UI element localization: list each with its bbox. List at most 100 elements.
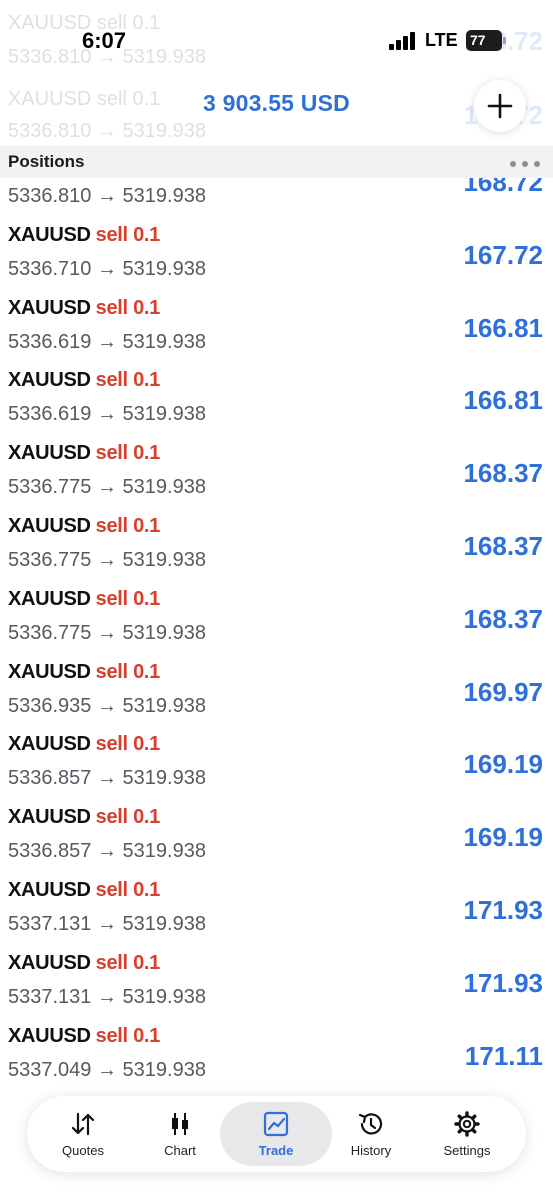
position-symbol: XAUUSD (8, 296, 91, 319)
position-profit: 168.37 (463, 458, 543, 489)
position-row[interactable]: XAUUSD sell 0.1 5336.775 → 5319.938 168.37 (0, 436, 553, 509)
position-row[interactable]: XAUUSD sell 0.1 5336.710 → 5319.938 167.72 (0, 218, 553, 291)
position-side-volume: sell 0.1 (95, 806, 161, 829)
position-side-volume: sell 0.1 (95, 733, 161, 756)
position-side-volume: sell 0.1 (95, 296, 161, 319)
new-order-button[interactable] (474, 80, 526, 132)
position-row[interactable]: XAUUSD sell 0.1 5336.935 → 5319.938 169.97 (0, 655, 553, 728)
position-row[interactable]: XAUUSD sell 0.1 5337.131 → 5319.938 171.93 (0, 873, 553, 946)
position-profit: 169.19 (463, 822, 543, 853)
position-prices: 5336.857 → 5319.938 (8, 840, 206, 863)
position-row[interactable]: XAUUSD sell 0.1 5336.775 → 5319.938 168.37 (0, 509, 553, 582)
battery-icon: 77 (466, 30, 502, 51)
position-title: XAUUSD sell 0.1 (8, 661, 160, 684)
position-title: XAUUSD sell 0.1 (8, 442, 160, 465)
position-symbol: XAUUSD (8, 879, 91, 901)
position-row[interactable]: XAUUSDsell 0.15336.810 → 5319.938168.72 (0, 178, 553, 218)
position-symbol: XAUUSD (8, 660, 91, 683)
positions-list[interactable]: XAUUSDsell 0.15336.810 → 5319.938168.72X… (0, 178, 553, 1098)
position-profit: 168.72 (463, 178, 543, 197)
position-profit: 169.19 (463, 749, 543, 780)
account-balance: 3 903.55 USD (203, 90, 350, 116)
position-prices: 5336.619 → 5319.938 (8, 330, 206, 353)
position-profit: 168.37 (463, 603, 543, 634)
position-profit: 166.81 (463, 312, 543, 343)
position-symbol: XAUUSD (8, 587, 91, 610)
trade-icon (263, 1111, 289, 1137)
settings-icon (454, 1111, 480, 1137)
position-side-volume: sell 0.1 (95, 587, 161, 610)
chart-icon (172, 1113, 188, 1135)
positions-section-header: Positions (0, 146, 553, 178)
position-row[interactable]: XAUUSD sell 0.1 5336.619 → 5319.938 166.81 (0, 291, 553, 364)
position-prices: 5336.775 → 5319.938 (8, 476, 206, 499)
tab-quotes[interactable]: Quotes (27, 1102, 139, 1166)
position-symbol: XAUUSD (8, 515, 91, 537)
history-icon (358, 1113, 383, 1135)
battery-tip (503, 37, 506, 44)
plus-icon (487, 93, 513, 119)
position-side-volume: sell 0.1 (95, 442, 161, 465)
position-symbol: XAUUSD (8, 442, 91, 465)
tab-label: Settings (443, 1143, 491, 1158)
position-prices: 5336.619 → 5319.938 (8, 403, 206, 426)
position-title: XAUUSD sell 0.1 (8, 297, 160, 320)
position-row[interactable]: XAUUSD sell 0.1 5336.619 → 5319.938 166.81 (0, 363, 553, 436)
position-symbol: XAUUSD (8, 1024, 91, 1047)
position-symbol: XAUUSD (8, 733, 91, 756)
position-title: XAUUSD sell 0.1 (8, 588, 160, 611)
position-profit: 167.72 (463, 239, 543, 270)
position-symbol: XAUUSD (8, 951, 91, 974)
more-options-icon[interactable] (510, 161, 540, 167)
cellular-signal-icon (389, 32, 415, 50)
position-title: XAUUSD sell 0.1 (8, 806, 160, 829)
position-side-volume: sell 0.1 (95, 1024, 161, 1047)
position-symbol: XAUUSD (8, 369, 91, 392)
position-row[interactable]: XAUUSD sell 0.1 5337.049 → 5319.938 171.11 (0, 1019, 553, 1092)
position-title: XAUUSD sell 0.1 (8, 369, 160, 392)
position-side-volume: sell 0.1 (95, 951, 161, 974)
position-profit: 171.93 (463, 967, 543, 998)
status-bar: 6:07 LTE 77 (0, 0, 553, 80)
ghost-row-prices: 5336.810 → 5319.938 (8, 120, 206, 142)
bottom-tab-bar: Quotes Chart Trade History Settings (27, 1096, 526, 1172)
position-title: XAUUSD sell 0.1 (8, 515, 160, 538)
position-profit: 169.97 (463, 676, 543, 707)
position-side-volume: sell 0.1 (95, 515, 161, 537)
position-prices: 5337.131 → 5319.938 (8, 913, 206, 935)
position-title: XAUUSD sell 0.1 (8, 733, 160, 756)
position-profit: 168.37 (463, 531, 543, 561)
network-type: LTE (425, 30, 458, 50)
position-row[interactable]: XAUUSD sell 0.1 5337.131 → 5319.938 171.93 (0, 946, 553, 1019)
position-prices: 5336.775 → 5319.938 (8, 621, 206, 644)
position-prices: 5336.935 → 5319.938 (8, 694, 206, 717)
position-symbol: XAUUSD (8, 223, 91, 246)
section-title: Positions (8, 152, 85, 171)
position-symbol: XAUUSD (8, 806, 91, 829)
position-profit: 171.11 (464, 1040, 543, 1071)
position-row[interactable]: XAUUSD sell 0.1 5336.857 → 5319.938 169.19 (0, 800, 553, 873)
position-title: XAUUSD sell 0.1 (8, 879, 160, 902)
position-prices: 5336.810 → 5319.938 (8, 185, 206, 207)
position-profit: 171.93 (463, 895, 543, 925)
position-side-volume: sell 0.1 (95, 660, 161, 683)
tab-label: Quotes (62, 1143, 104, 1158)
position-title: XAUUSD sell 0.1 (8, 952, 160, 975)
position-row[interactable]: XAUUSD sell 0.1 5336.775 → 5319.938 168.37 (0, 582, 553, 655)
quotes-icon (71, 1112, 95, 1136)
status-time: 6:07 (82, 28, 127, 53)
position-profit: 166.81 (463, 385, 543, 416)
position-side-volume: sell 0.1 (95, 223, 161, 246)
position-title: XAUUSD sell 0.1 (8, 224, 160, 247)
position-row[interactable]: XAUUSD sell 0.1 5336.857 → 5319.938 169.19 (0, 727, 553, 800)
position-prices: 5336.775 → 5319.938 (8, 549, 206, 571)
position-side-volume: sell 0.1 (95, 879, 161, 901)
battery-level: 77 (470, 32, 486, 48)
position-title: XAUUSD sell 0.1 (8, 1025, 160, 1048)
tab-settings[interactable]: Settings (411, 1102, 523, 1166)
position-prices: 5337.131 → 5319.938 (8, 985, 206, 1008)
position-side-volume: sell 0.1 (95, 369, 161, 392)
position-prices: 5336.710 → 5319.938 (8, 257, 206, 280)
position-prices: 5336.857 → 5319.938 (8, 767, 206, 790)
position-prices: 5337.049 → 5319.938 (8, 1058, 206, 1081)
